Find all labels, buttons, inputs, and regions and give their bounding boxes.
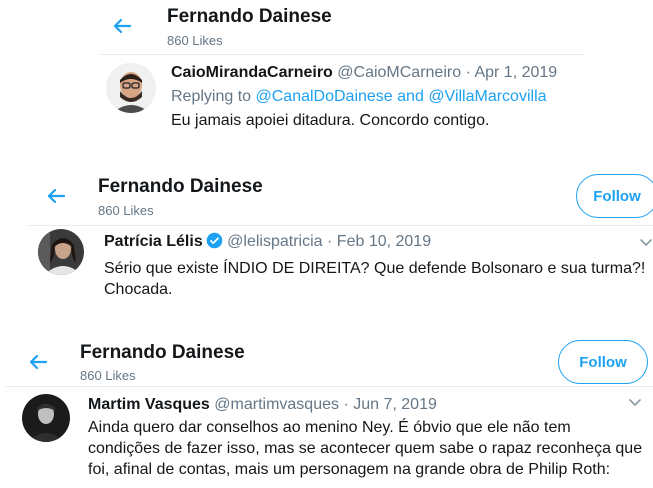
avatar[interactable]: [22, 394, 70, 442]
tweet-text-line: foi, afinal de contas, mais um personage…: [88, 461, 611, 478]
reply-user-link[interactable]: @VillaMarcovilla: [428, 88, 546, 105]
panel-3: Fernando Dainese 860 Likes Follow Martim…: [6, 330, 653, 488]
tweet-date[interactable]: Jun 7, 2019: [353, 396, 437, 413]
page-title: Fernando Dainese: [98, 176, 263, 197]
header-divider: [6, 386, 653, 387]
author-handle[interactable]: @martimvasques: [214, 396, 339, 413]
separator: ·: [327, 233, 333, 250]
tweet-text-line: Ainda quero dar conselhos ao menino Ney.…: [88, 419, 571, 436]
page-title: Fernando Dainese: [167, 6, 332, 27]
separator: ·: [343, 396, 349, 413]
panel-1: Fernando Dainese 860 Likes CaioMirandaCa…: [95, 0, 585, 150]
author-name[interactable]: Patrícia Lélis: [104, 233, 203, 250]
tweet-date[interactable]: Apr 1, 2019: [474, 64, 557, 81]
author-name[interactable]: Martim Vasques: [88, 396, 210, 413]
likes-count: 860 Likes: [98, 203, 154, 218]
header-divider: [28, 225, 653, 226]
replying-prefix: Replying to: [171, 88, 252, 105]
author-handle[interactable]: @CaioMCarneiro: [337, 64, 461, 81]
back-arrow-icon[interactable]: [26, 350, 50, 374]
follow-button[interactable]: Follow: [576, 174, 653, 218]
chevron-down-icon[interactable]: [639, 238, 653, 248]
back-arrow-icon[interactable]: [44, 184, 68, 208]
likes-count: 860 Likes: [80, 368, 136, 383]
follow-button[interactable]: Follow: [558, 340, 648, 384]
verified-badge-icon: [206, 232, 223, 249]
reply-and: and: [397, 88, 424, 105]
back-arrow-icon[interactable]: [110, 14, 134, 38]
replying-to: Replying to @CanalDoDainese and @VillaMa…: [171, 88, 547, 106]
avatar[interactable]: [106, 63, 156, 113]
tweet-date[interactable]: Feb 10, 2019: [337, 233, 431, 250]
reply-user-link[interactable]: @CanalDoDainese: [256, 88, 393, 105]
author-name[interactable]: CaioMirandaCarneiro: [171, 64, 333, 81]
chevron-down-icon[interactable]: [628, 398, 642, 408]
tweet-text-line: Sério que existe ÍNDIO DE DIREITA? Que d…: [104, 260, 646, 277]
panel-2: Fernando Dainese 860 Likes Follow Patríc…: [28, 166, 653, 311]
tweet-text-line: condições de fazer isso, mas se acontece…: [88, 440, 643, 457]
tweet-header: Patrícia Lélis @lelispatricia · Feb 10, …: [104, 232, 431, 251]
author-handle[interactable]: @lelispatricia: [227, 233, 322, 250]
tweet-header: Martim Vasques @martimvasques · Jun 7, 2…: [88, 396, 437, 414]
header-divider: [100, 54, 585, 55]
likes-count: 860 Likes: [167, 33, 223, 48]
tweet-header: CaioMirandaCarneiro @CaioMCarneiro · Apr…: [171, 64, 557, 82]
page-title: Fernando Dainese: [80, 342, 245, 363]
tweet-text: Eu jamais apoiei ditadura. Concordo cont…: [171, 112, 490, 129]
tweet-text-line: Chocada.: [104, 281, 173, 298]
avatar[interactable]: [38, 229, 84, 275]
separator: ·: [465, 64, 471, 81]
